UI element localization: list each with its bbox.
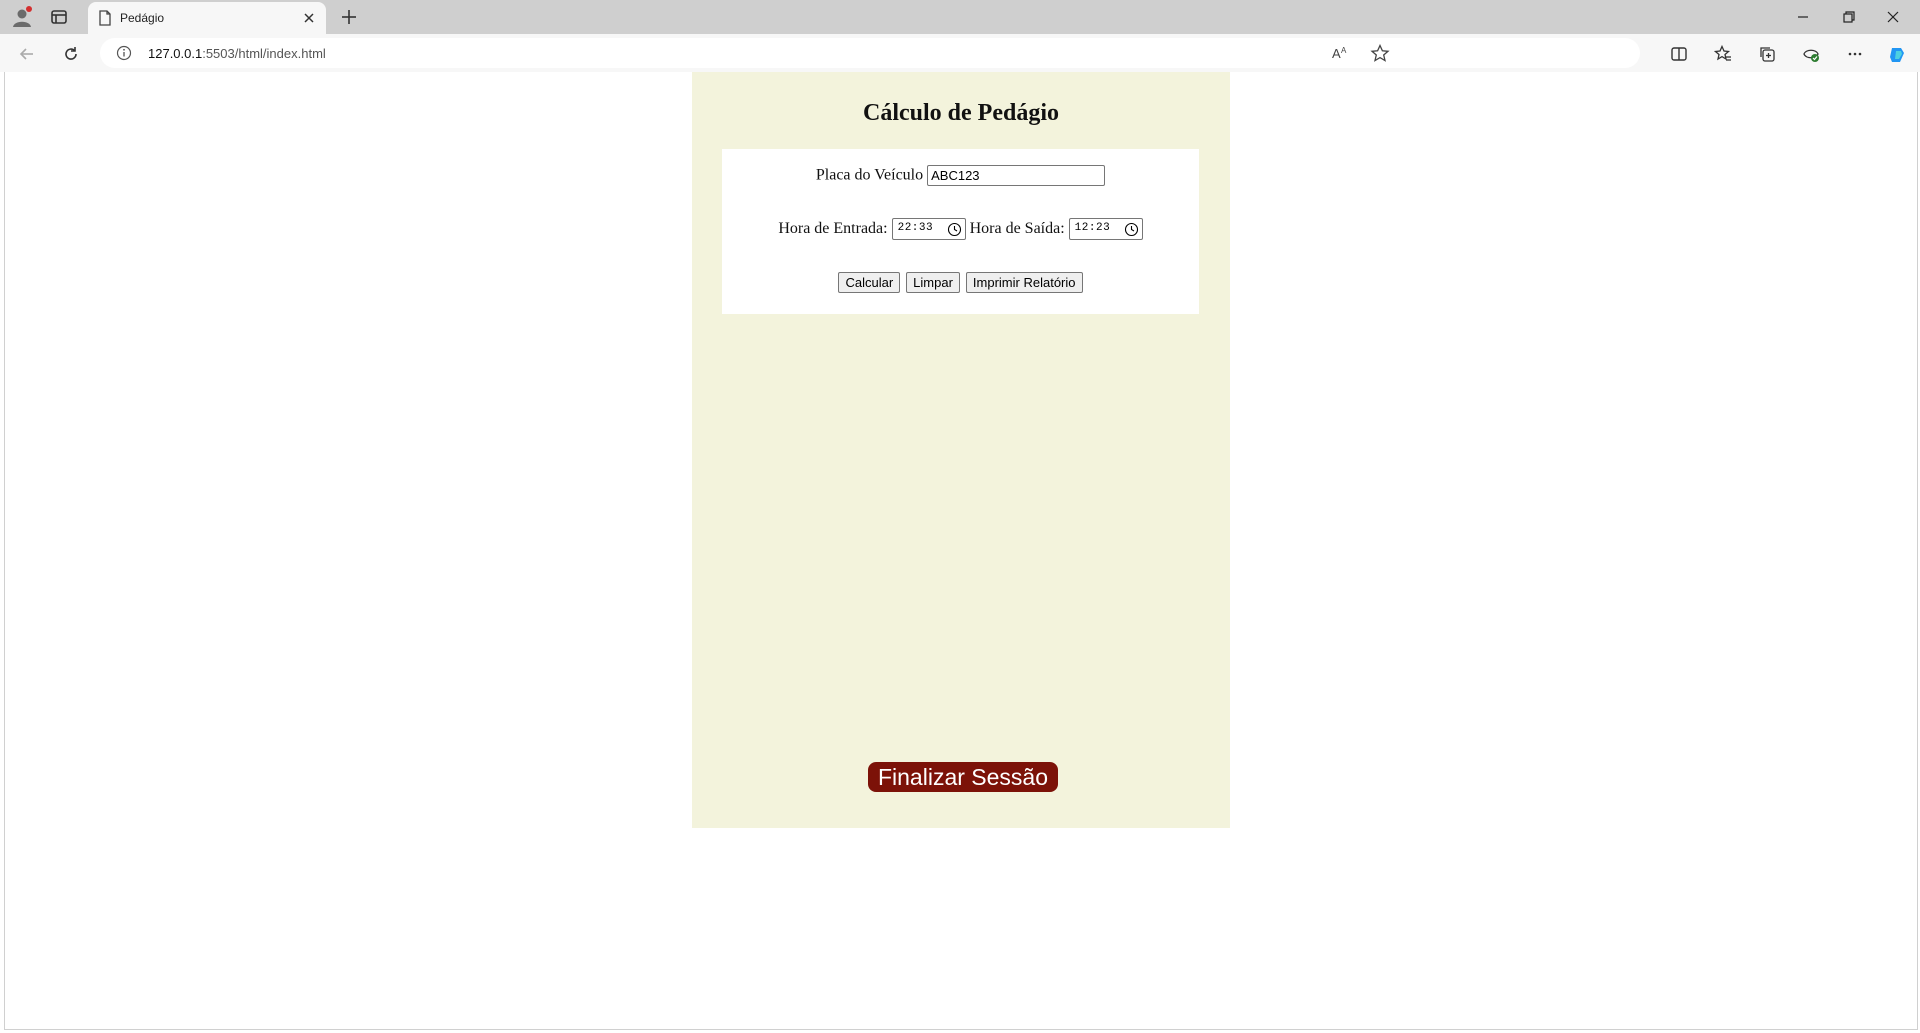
time-row: Hora de Entrada: 22:33 Hora de Saída: 12… (722, 218, 1199, 240)
page-icon (98, 10, 112, 26)
clear-button[interactable]: Limpar (906, 272, 960, 293)
browser-tab[interactable]: Pedágio (88, 2, 326, 34)
main-panel: Cálculo de Pedágio Placa do Veículo Hora… (692, 72, 1230, 828)
tab-actions-icon[interactable] (48, 6, 72, 28)
minimize-icon[interactable] (1784, 4, 1824, 30)
page-title: Cálculo de Pedágio (863, 100, 1059, 126)
favorites-icon[interactable] (1710, 41, 1736, 67)
info-icon[interactable] (116, 45, 132, 61)
exit-time-label: Hora de Saída: (969, 220, 1065, 237)
page-viewport: Cálculo de Pedágio Placa do Veículo Hora… (4, 72, 1918, 1030)
entry-time-input[interactable]: 22:33 (891, 218, 966, 240)
back-icon[interactable] (14, 41, 40, 67)
button-row: Calcular Limpar Imprimir Relatório (722, 272, 1199, 293)
address-bar[interactable]: 127.0.0.1:5503/html/index.html A A (100, 38, 1640, 68)
tab-bar: Pedágio (0, 0, 1920, 34)
svg-text:A: A (1341, 46, 1347, 55)
profile-icon[interactable] (10, 5, 34, 29)
window-close-icon[interactable] (1874, 4, 1914, 30)
browser-toolbar: 127.0.0.1:5503/html/index.html A A (0, 34, 1920, 72)
close-icon[interactable] (300, 9, 318, 27)
tab-title: Pedágio (120, 11, 165, 25)
entry-time-label: Hora de Entrada: (778, 220, 888, 237)
url-text[interactable]: 127.0.0.1:5503/html/index.html (148, 46, 326, 61)
calculate-button[interactable]: Calcular (838, 272, 901, 293)
exit-time-value: 12:23 (1074, 222, 1111, 234)
browser-essentials-icon[interactable] (1798, 41, 1824, 67)
exit-time-input[interactable]: 12:23 (1068, 218, 1143, 240)
favorite-star-icon[interactable] (1370, 43, 1390, 62)
plate-input[interactable] (927, 165, 1106, 186)
copilot-icon[interactable] (1884, 41, 1910, 67)
clock-icon[interactable] (947, 222, 962, 237)
clock-icon[interactable] (1124, 222, 1139, 237)
url-host: 127.0.0.1 (148, 46, 203, 61)
more-icon[interactable] (1842, 41, 1868, 67)
svg-text:A: A (1332, 46, 1341, 61)
plus-icon[interactable] (338, 6, 360, 28)
toll-form: Placa do Veículo Hora de Entrada: 22:33 … (722, 149, 1199, 314)
url-path: :5503/html/index.html (202, 46, 326, 61)
split-screen-icon[interactable] (1666, 41, 1692, 67)
plate-row: Placa do Veículo (722, 165, 1199, 186)
collections-icon[interactable] (1754, 41, 1780, 67)
print-report-button[interactable]: Imprimir Relatório (965, 272, 1083, 293)
entry-time-value: 22:33 (897, 222, 934, 234)
finish-session-button[interactable]: Finalizar Sessão (868, 762, 1058, 792)
restore-icon[interactable] (1830, 4, 1870, 30)
refresh-icon[interactable] (58, 41, 84, 67)
read-aloud-icon[interactable]: A A (1330, 44, 1350, 62)
plate-label: Placa do Veículo (815, 166, 924, 184)
